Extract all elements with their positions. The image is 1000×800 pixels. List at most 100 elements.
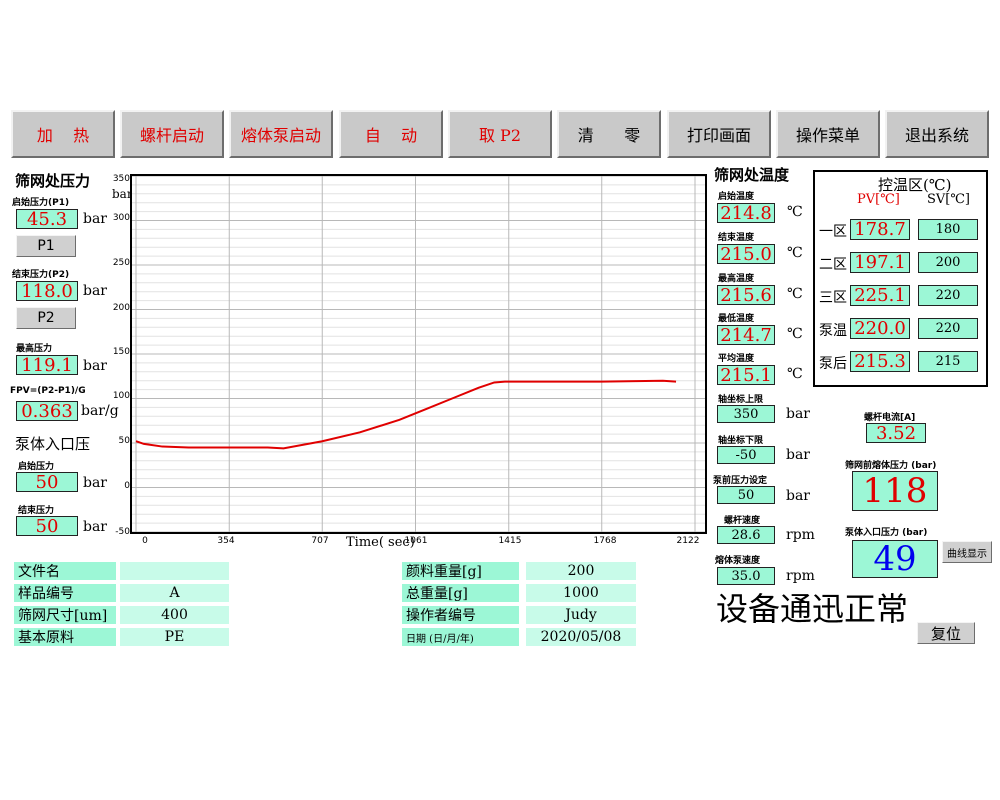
avg-temp-label: 平均温度 [718,354,755,364]
max-pressure-value: 119.1 [16,355,78,376]
zone-after-pump-pv: 215.3 [850,351,910,372]
max-pressure-unit: bar [83,358,108,374]
curve-display-button[interactable]: 曲线显示 [942,541,992,563]
zone-pump-sv[interactable]: 220 [918,318,978,339]
pump-inlet-title: 泵体入口压 [15,435,91,453]
screen-pressure-title: 筛网处压力 [15,172,91,190]
pump-end-label: 结束压力 [18,506,55,516]
pump-inlet-pressure-label: 泵体入口压力 (bar) [845,528,928,538]
zone-2-pv: 197.1 [850,252,910,273]
fpv-label: FPV=(P2-P1)/G [10,386,86,396]
print-screen-button[interactable]: 打印画面 [667,110,771,158]
zone-after-pump-label: 泵后 [819,356,847,372]
p1-button[interactable]: P1 [16,235,76,257]
y-tick-150: 150 [112,347,130,357]
zone-1-pv: 178.7 [850,219,910,240]
auto-button[interactable]: 自 动 [339,110,443,158]
base-material-field[interactable]: PE [120,628,229,646]
zone-3-label: 三区 [819,290,847,306]
file-name-field[interactable] [120,562,229,580]
melt-pump-speed-unit: rpm [786,568,815,584]
reset-button[interactable]: 复位 [917,622,975,644]
operator-id-label: 操作者编号 [402,606,519,624]
base-material-label: 基本原料 [14,628,116,646]
min-temp-unit: ℃ [787,326,803,342]
x-tick-1415: 1415 [498,536,522,546]
comm-status-text: 设备通迅正常 [716,590,909,628]
zone-2-label: 二区 [819,257,847,273]
y-tick-0: 0 [124,481,130,491]
chart-x-label: Time( sec) [346,535,415,550]
pump-end-value: 50 [16,516,78,537]
pv-header: PV[℃] [857,192,900,207]
zone-2-sv[interactable]: 200 [918,252,978,273]
max-temp-unit: ℃ [787,286,803,302]
zone-1-label: 一区 [819,224,847,240]
x-tick-2122: 2122 [676,536,700,546]
take-p2-button[interactable]: 取 P2 [448,110,552,158]
pump-pre-pressure-input[interactable]: 50 [717,486,775,504]
x-tick-354: 354 [217,536,235,546]
max-temp-label: 最高温度 [718,274,755,284]
axis-lower-label: 轴坐标下限 [718,436,764,446]
axis-upper-input[interactable]: 350 [717,405,775,423]
clear-zero-button[interactable]: 清 零 [557,110,661,158]
screen-melt-pressure-value: 118 [852,471,938,511]
melt-pump-speed-value: 35.0 [717,567,775,585]
pump-inlet-pressure-value: 49 [852,539,938,579]
end-temp-label: 结束温度 [718,233,755,243]
y-tick-100: 100 [112,391,130,401]
pump-start-value: 50 [16,472,78,493]
heat-button[interactable]: 加 热 [11,110,115,158]
x-tick-0: 0 [142,536,148,546]
zone-1-sv[interactable]: 180 [918,219,978,240]
axis-lower-input[interactable]: -50 [717,446,775,464]
sample-number-field[interactable]: A [120,584,229,602]
min-temp-label: 最低温度 [718,314,755,324]
screen-melt-pressure-label: 筛网前熔体压力 (bar) [845,461,937,471]
y-tick-50: 50 [118,436,130,446]
melt-pump-speed-label: 熔体泵速度 [715,556,761,566]
start-temp-unit: ℃ [787,204,803,220]
pump-pre-pressure-label: 泵前压力设定 [713,476,768,486]
x-tick-707: 707 [311,536,329,546]
p2-button[interactable]: P2 [16,307,76,329]
y-tick-350: 350 [112,174,130,184]
end-pressure-value: 118.0 [16,281,78,302]
pump-start-label: 启始压力 [18,462,55,472]
axis-upper-unit: bar [786,406,811,422]
date-field[interactable]: 2020/05/08 [526,628,636,646]
total-weight-field[interactable]: 1000 [526,584,636,602]
pressure-chart-plot [132,176,705,532]
exit-system-button[interactable]: 退出系统 [885,110,989,158]
avg-temp-unit: ℃ [787,366,803,382]
operation-menu-button[interactable]: 操作菜单 [776,110,880,158]
zone-pump-pv: 220.0 [850,318,910,339]
end-pressure-unit: bar [83,283,108,299]
end-temp-unit: ℃ [787,245,803,261]
zone-3-sv[interactable]: 220 [918,285,978,306]
min-temp-value: 214.7 [717,325,775,346]
pressure-chart [130,174,707,534]
x-tick-1768: 1768 [593,536,617,546]
start-pressure-value: 45.3 [16,209,78,230]
total-weight-label: 总重量[g] [402,584,519,602]
screw-speed-label: 螺杆速度 [724,516,761,526]
operator-id-field[interactable]: Judy [526,606,636,624]
screen-size-field[interactable]: 400 [120,606,229,624]
pressure-series-line [135,379,677,450]
axis-upper-label: 轴坐标上限 [718,395,764,405]
date-label: 日期 (日/月/年) [402,628,519,646]
pigment-weight-label: 颜料重量[g] [402,562,519,580]
melt-pump-start-button[interactable]: 熔体泵启动 [229,110,333,158]
pigment-weight-field[interactable]: 200 [526,562,636,580]
avg-temp-value: 215.1 [717,365,775,386]
zone-after-pump-sv[interactable]: 215 [918,351,978,372]
y-tick-300: 300 [112,213,130,223]
zone-3-pv: 225.1 [850,285,910,306]
axis-lower-unit: bar [786,447,811,463]
pump-pre-pressure-unit: bar [786,488,811,504]
screw-speed-unit: rpm [786,527,815,543]
screw-start-button[interactable]: 螺杆启动 [120,110,224,158]
y-tick-200: 200 [112,303,130,313]
